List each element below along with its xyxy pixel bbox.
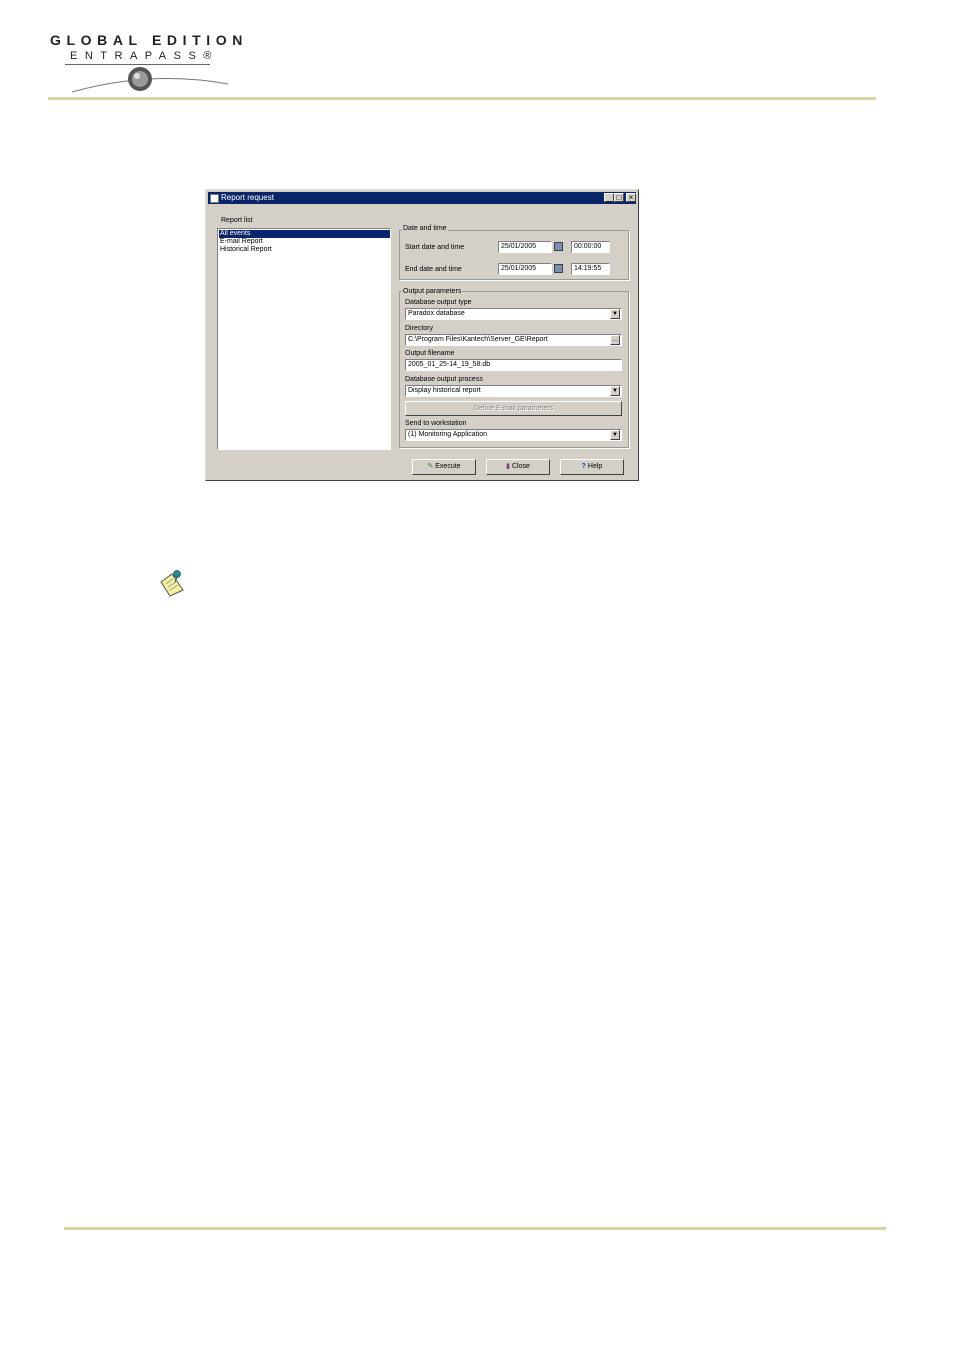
logo-emblem-icon xyxy=(71,67,229,93)
end-date-label: End date and time xyxy=(405,266,462,273)
calendar-icon[interactable] xyxy=(554,264,563,273)
app-icon xyxy=(210,194,219,203)
db-output-type-select[interactable]: Paradox database xyxy=(405,308,622,320)
logo-entrapass: ENTRAPASS® xyxy=(70,50,219,62)
execute-label: Execute xyxy=(435,463,461,470)
output-filename-label: Output filename xyxy=(405,350,455,357)
db-output-type-label: Database output type xyxy=(405,299,472,306)
report-list[interactable]: All events E-mail Report Historical Repo… xyxy=(217,228,391,450)
door-icon: ▮ xyxy=(506,463,510,470)
end-time-field[interactable]: 14:19:55 xyxy=(571,263,610,275)
close-label: Close xyxy=(511,463,530,470)
execute-icon: ✎ xyxy=(427,463,434,470)
close-button[interactable]: ▮ Close xyxy=(486,459,550,475)
directory-label: Directory xyxy=(405,325,434,332)
end-date-field[interactable]: 25/01/2005 xyxy=(498,263,552,275)
define-email-parameters-button[interactable]: Define E-mail parameters xyxy=(405,401,622,416)
output-filename-field[interactable]: 2005_01_25-14_19_58.db xyxy=(405,359,622,371)
db-output-process-select[interactable]: Display historical report xyxy=(405,385,622,397)
note-icon xyxy=(160,570,184,597)
help-icon: ? xyxy=(581,463,586,470)
header-rule xyxy=(48,97,876,100)
send-to-workstation-select[interactable]: (1) Monitoring Application xyxy=(405,429,622,441)
report-list-label: Report list xyxy=(221,217,253,224)
date-time-legend: Date and time xyxy=(402,224,448,233)
help-button[interactable]: ? Help xyxy=(560,459,624,475)
close-icon[interactable]: × xyxy=(626,193,636,202)
output-parameters-legend: Output parameters xyxy=(402,287,463,296)
start-time-field[interactable]: 00:00:00 xyxy=(571,241,610,253)
footer-rule xyxy=(64,1227,886,1230)
start-date-field[interactable]: 25/01/2005 xyxy=(498,241,552,253)
logo-global-edition: GLOBAL EDITION xyxy=(50,32,248,48)
minimize-icon[interactable]: _ xyxy=(604,193,614,202)
help-label: Help xyxy=(587,463,603,470)
chevron-down-icon[interactable]: ▼ xyxy=(610,430,620,440)
list-item-historical-report[interactable]: Historical Report xyxy=(219,246,390,254)
calendar-icon[interactable] xyxy=(554,242,563,251)
report-request-dialog: Report request _ □ × Report list All eve… xyxy=(205,189,639,481)
dialog-title: Report request xyxy=(221,193,274,202)
dialog-titlebar[interactable]: Report request _ □ × xyxy=(208,192,636,204)
directory-field[interactable]: C:\Program Files\Kantech\Server_GE\Repor… xyxy=(405,334,622,346)
execute-button[interactable]: ✎ Execute xyxy=(412,459,476,475)
db-output-process-label: Database output process xyxy=(405,376,483,383)
send-to-workstation-label: Send to workstation xyxy=(405,420,467,427)
list-item-email-report[interactable]: E-mail Report xyxy=(219,238,390,246)
start-date-label: Start date and time xyxy=(405,244,465,251)
chevron-down-icon[interactable]: ▼ xyxy=(610,309,620,319)
browse-icon[interactable]: … xyxy=(610,335,620,345)
chevron-down-icon[interactable]: ▼ xyxy=(610,386,620,396)
maximize-icon[interactable]: □ xyxy=(614,193,624,202)
list-item-all-events[interactable]: All events xyxy=(219,230,390,238)
